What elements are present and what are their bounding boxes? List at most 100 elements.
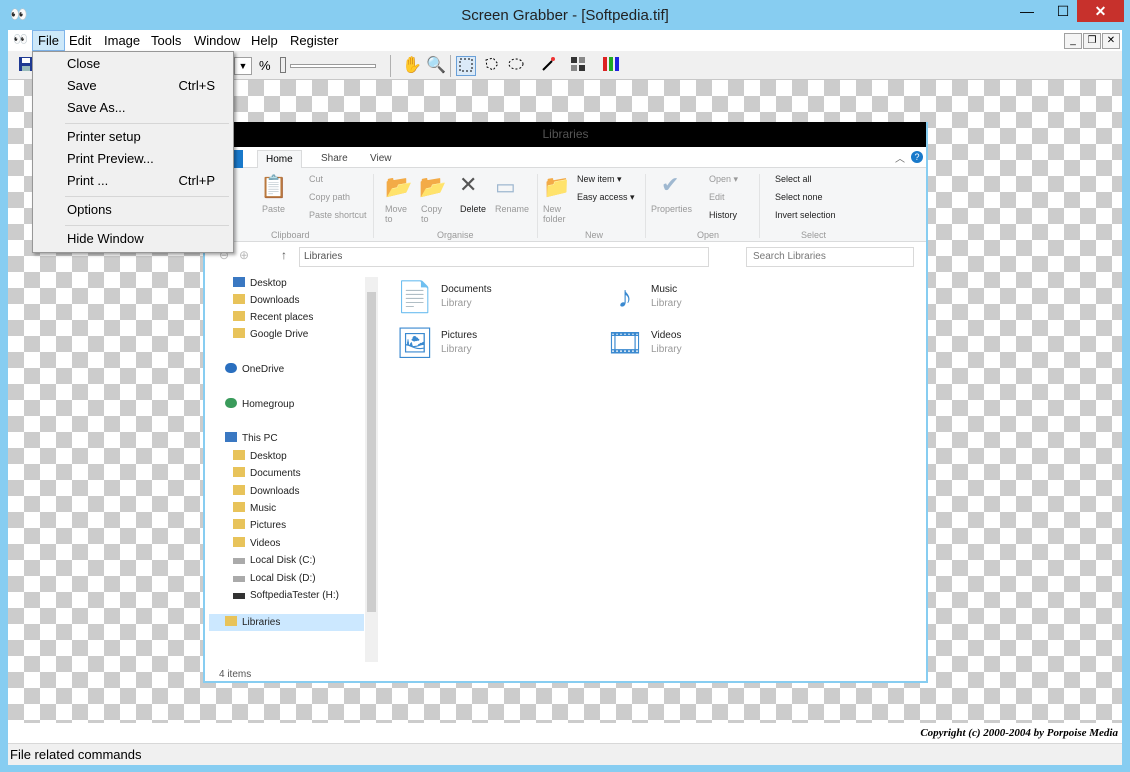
delete-icon[interactable]: ✕ [459,172,477,198]
menu-register[interactable]: Register [285,30,343,51]
nav-pc-desktop[interactable]: Desktop [233,448,287,465]
library-pictures[interactable]: 🖼 Pictures Library [395,324,595,366]
select-all-label[interactable]: Select all [775,174,812,184]
tab-home[interactable]: Home [257,150,302,168]
ellipse-select-icon[interactable] [506,56,526,76]
nav-recent-places[interactable]: Recent places [233,309,313,326]
open-label[interactable]: Open ▾ [709,174,738,185]
nav-pc-pictures[interactable]: Pictures [233,517,286,534]
menu-item-close[interactable]: Close [35,53,231,75]
menu-edit[interactable]: Edit [64,30,96,51]
menu-image[interactable]: Image [99,30,145,51]
history-label[interactable]: History [709,210,737,220]
pictures-library-icon: 🖼 [395,327,435,360]
select-none-label[interactable]: Select none [775,192,823,202]
rect-select-icon[interactable] [456,56,476,76]
library-documents[interactable]: 📄 Documents Library [395,278,595,320]
invert-selection-label[interactable]: Invert selection [775,210,836,220]
zoom-slider[interactable] [278,57,378,73]
minimize-button[interactable]: — [1012,0,1042,22]
nav-this-pc[interactable]: This PC [225,430,278,447]
copy-to-icon[interactable]: 📂 [419,174,446,200]
paste-shortcut-label[interactable]: Paste shortcut [309,210,367,220]
edit-label[interactable]: Edit [709,192,725,202]
up-icon[interactable]: ↑ [281,248,287,262]
menu-item-hide-window[interactable]: Hide Window [35,228,231,250]
address-bar[interactable]: Libraries [299,247,709,267]
menu-item-options[interactable]: Options [35,199,231,221]
menu-tools[interactable]: Tools [146,30,186,51]
forward-icon[interactable]: ⊕ [239,248,249,262]
magic-wand-icon[interactable] [538,56,558,76]
color-reduce-icon[interactable] [568,56,588,76]
menu-separator [65,196,229,197]
menu-item-print-preview[interactable]: Print Preview... [35,148,231,170]
ribbon-collapse-icon[interactable]: ︿ [895,150,905,165]
library-grid: 📄 Documents Library ♪ Music Library 🖼 Pi… [395,278,915,378]
nav-pc-videos[interactable]: Videos [233,535,280,552]
library-type: Library [441,344,472,355]
hand-icon[interactable]: ✋ [402,56,422,76]
library-name: Pictures [441,330,478,341]
menu-item-save[interactable]: Save Ctrl+S [35,75,231,97]
rgb-channels-icon[interactable] [601,56,621,76]
zoom-percent-label: % [259,58,271,73]
new-group-label: New [585,230,604,240]
copyright-label: Copyright (c) 2000-2004 by Porpoise Medi… [886,723,1122,743]
move-to-icon[interactable]: 📂 [385,174,412,200]
tab-share[interactable]: Share [313,150,356,168]
mdi-doc-icon[interactable]: 👀 [13,32,28,46]
cut-label[interactable]: Cut [309,174,323,184]
nav-scrollbar-thumb[interactable] [367,292,376,612]
nav-pc-music[interactable]: Music [233,500,276,517]
nav-downloads[interactable]: Downloads [233,292,299,309]
menu-bar: 👀 File Edit Image Tools Window Help Regi… [8,30,1122,51]
nav-onedrive[interactable]: OneDrive [225,361,284,378]
nav-pc-downloads[interactable]: Downloads [233,483,299,500]
new-folder-icon[interactable]: 📁 [543,174,570,200]
library-name: Videos [651,330,682,341]
mdi-close-button[interactable]: ✕ [1102,33,1120,49]
menu-item-printer-setup[interactable]: Printer setup [35,126,231,148]
copy-path-label[interactable]: Copy path [309,192,350,202]
menu-item-save-as[interactable]: Save As... [35,97,231,119]
nav-google-drive[interactable]: Google Drive [233,326,308,343]
clipboard-group-label: Clipboard [271,230,310,240]
open-group-label: Open [697,230,720,240]
help-icon[interactable]: ? [911,151,923,163]
horizontal-scroll-area[interactable] [8,723,886,743]
maximize-button[interactable]: ☐ [1048,0,1078,22]
menu-window[interactable]: Window [189,30,245,51]
new-item-label[interactable]: New item ▾ [577,174,622,185]
menu-help[interactable]: Help [246,30,283,51]
library-music[interactable]: ♪ Music Library [605,278,805,320]
menu-separator [65,225,229,226]
nav-pc-documents[interactable]: Documents [233,465,301,482]
nav-local-disk-c[interactable]: Local Disk (C:) [233,552,316,569]
properties-icon[interactable]: ✔ [661,172,679,198]
menu-item-print[interactable]: Print ... Ctrl+P [35,170,231,192]
search-input[interactable]: Search Libraries [746,247,914,267]
paste-icon[interactable]: 📋 [260,174,287,200]
tab-view[interactable]: View [362,150,400,168]
easy-access-label[interactable]: Easy access ▾ [577,192,635,203]
menu-file[interactable]: File [32,30,65,51]
nav-desktop[interactable]: Desktop [233,275,287,292]
captured-explorer-window: Libraries Home Share View ︿ ? 📋 Paste Cu… [203,122,928,683]
nav-local-disk-d[interactable]: Local Disk (D:) [233,570,316,587]
nav-homegroup[interactable]: Homegroup [225,396,294,413]
explorer-status: 4 items [219,669,252,680]
mdi-restore-button[interactable]: ❐ [1083,33,1101,49]
close-button[interactable]: ✕ [1077,0,1124,22]
nav-softpedia-tester[interactable]: SoftpediaTester (H:) [233,587,339,604]
nav-libraries[interactable]: Libraries [209,614,364,631]
explorer-title: Libraries [205,122,926,147]
lasso-select-icon[interactable] [482,56,502,76]
address-row: ⊖ ⊕ ↑ Libraries Search Libraries [205,242,926,272]
magnifier-icon[interactable]: 🔍 [426,56,446,76]
rename-icon[interactable]: ▭ [495,174,516,200]
mdi-minimize-button[interactable]: _ [1064,33,1082,49]
zoom-dropdown[interactable]: ▼ [234,57,252,75]
library-videos[interactable]: 🎞 Videos Library [605,324,805,366]
organise-group-label: Organise [437,230,474,240]
